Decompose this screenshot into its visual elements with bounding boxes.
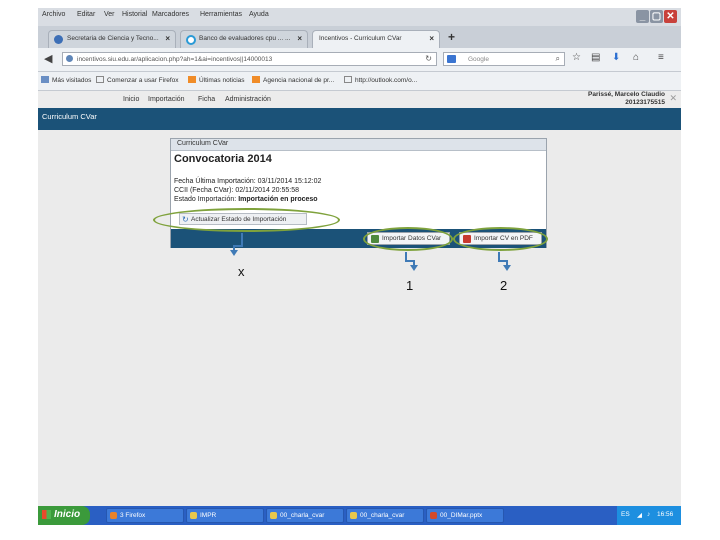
close-icon[interactable]: ×	[297, 34, 302, 43]
highlight-ring-import	[363, 227, 453, 251]
back-arrow-icon[interactable]: ◀	[44, 52, 52, 65]
menu-icon[interactable]: ≡	[658, 52, 664, 63]
start-label: Inicio	[54, 509, 81, 520]
system-tray: ES ◢ ♪ 16:56	[617, 506, 681, 525]
star-icon[interactable]: ☆	[572, 52, 581, 63]
clock: 16:56	[657, 511, 674, 518]
navigation-bar: ◀ incentivos.siu.edu.ar/aplicacion.php?a…	[38, 48, 681, 72]
menu-editar[interactable]: Editar	[77, 11, 95, 18]
user-name: Parissé, Marcelo Claudio	[588, 91, 665, 98]
site-identity-icon	[66, 55, 73, 62]
panel-header-title: Curriculum CVar	[177, 140, 229, 147]
tab-incentivos[interactable]: Incentivos - Curriculum CVar ×	[312, 30, 440, 48]
menu-marcadores[interactable]: Marcadores	[152, 11, 189, 18]
firefox-icon	[110, 512, 117, 519]
download-icon[interactable]: ⬇	[612, 52, 620, 63]
menu-historial[interactable]: Historial	[122, 11, 147, 18]
user-id: 20123175515	[625, 99, 665, 106]
menu-bar: Archivo Editar Ver Historial Marcadores …	[38, 8, 681, 26]
reload-icon[interactable]: ↻	[425, 54, 432, 63]
close-window-button[interactable]: ✕	[664, 10, 677, 23]
folder-icon	[270, 512, 277, 519]
windows-taskbar: Inicio 3 Firefox IMPR 00_charla_cvar 00_…	[38, 506, 681, 525]
status-value: Importación en proceso	[238, 196, 318, 203]
search-placeholder: Google	[468, 56, 489, 63]
import-status: Estado Importación: Importación en proce…	[174, 196, 318, 203]
nav-importacion[interactable]: Importación	[148, 96, 185, 103]
maximize-button[interactable]: ▢	[650, 10, 663, 23]
new-tab-button[interactable]: +	[448, 30, 455, 44]
home-icon[interactable]: ⌂	[633, 52, 639, 63]
folder-icon	[350, 512, 357, 519]
minimize-button[interactable]: _	[636, 10, 649, 23]
task-folder-1[interactable]: 00_charla_cvar	[266, 508, 344, 523]
arrow-2-icon	[498, 252, 511, 271]
search-icon[interactable]: ⌕	[556, 54, 560, 64]
menu-archivo[interactable]: Archivo	[42, 11, 65, 18]
bookmark-mas-visitados[interactable]: Más visitados	[41, 76, 91, 84]
menu-herramientas[interactable]: Herramientas	[200, 11, 242, 18]
cvar-date: CCII (Fecha CVar): 02/11/2014 20:55:58	[174, 187, 300, 194]
section-bar: Curriculum CVar	[38, 108, 681, 130]
convocatoria-title: Convocatoria 2014	[174, 153, 272, 165]
loading-icon	[186, 35, 196, 45]
bookmark-noticias[interactable]: Últimas noticias	[188, 76, 245, 84]
folder-icon	[190, 512, 197, 519]
network-icon[interactable]: ◢	[637, 511, 642, 519]
page-content: Inicio Importación Ficha Administración …	[38, 91, 681, 506]
close-icon[interactable]: ×	[165, 34, 170, 43]
url-text: incentivos.siu.edu.ar/aplicacion.php?ah=…	[77, 56, 273, 63]
last-import-date: Fecha Última Importación: 03/11/2014 15:…	[174, 178, 322, 185]
tab-label: Incentivos - Curriculum CVar	[319, 35, 402, 42]
url-field[interactable]: incentivos.siu.edu.ar/aplicacion.php?ah=…	[62, 52, 437, 66]
arrow-1-icon	[405, 252, 418, 271]
bookmark-icon	[41, 76, 49, 83]
annotation-x: x	[238, 264, 245, 279]
site-header: Inicio Importación Ficha Administración …	[38, 91, 681, 108]
language-indicator[interactable]: ES	[621, 511, 630, 518]
status-label: Estado Importación:	[174, 196, 239, 203]
volume-icon[interactable]: ♪	[647, 511, 650, 518]
panel-header: Curriculum CVar	[171, 139, 546, 151]
nav-administracion[interactable]: Administración	[225, 96, 271, 103]
close-icon[interactable]: ×	[429, 34, 434, 43]
tab-banco[interactable]: Banco de evaluadores cpu ... ... ×	[180, 30, 308, 48]
menu-ayuda[interactable]: Ayuda	[249, 11, 269, 18]
search-field[interactable]: Google ⌕	[443, 52, 565, 66]
annotation-2: 2	[500, 278, 508, 293]
section-title: Curriculum CVar	[42, 112, 97, 121]
task-impr[interactable]: IMPR	[186, 508, 264, 523]
user-info: Parissé, Marcelo Claudio 20123175515	[588, 91, 665, 107]
page-icon	[344, 76, 352, 83]
nav-inicio[interactable]: Inicio	[123, 96, 139, 103]
powerpoint-icon	[430, 512, 437, 519]
bookmark-comenzar[interactable]: Comenzar a usar Firefox	[96, 76, 179, 84]
globe-icon	[54, 35, 63, 44]
bookmarks-bar: Más visitados Comenzar a usar Firefox Úl…	[38, 72, 681, 91]
nav-ficha[interactable]: Ficha	[198, 96, 215, 103]
page-icon	[96, 76, 104, 83]
tab-secretaria[interactable]: Secretaria de Ciencia y Tecno... ×	[48, 30, 176, 48]
tab-label: Secretaria de Ciencia y Tecno...	[67, 35, 159, 42]
reading-list-icon[interactable]: ▤	[591, 52, 600, 63]
task-firefox[interactable]: 3 Firefox	[106, 508, 184, 523]
task-powerpoint[interactable]: 00_DIMar.pptx	[426, 508, 504, 523]
browser-window: Archivo Editar Ver Historial Marcadores …	[38, 8, 681, 525]
start-button[interactable]: Inicio	[38, 506, 90, 525]
highlight-ring-refresh	[153, 208, 340, 232]
rss-icon	[188, 76, 196, 83]
bookmark-agencia[interactable]: Agencia nacional de pr...	[252, 76, 334, 84]
highlight-ring-pdf	[453, 227, 548, 251]
logout-icon[interactable]: ✕	[669, 93, 677, 104]
tab-bar: Secretaria de Ciencia y Tecno... × Banco…	[38, 26, 681, 48]
tab-label: Banco de evaluadores cpu ... ...	[199, 35, 291, 42]
arrow-x-icon	[230, 233, 243, 256]
menu-ver[interactable]: Ver	[104, 11, 115, 18]
bookmark-outlook[interactable]: http://outlook.com/o...	[344, 76, 417, 84]
task-folder-2[interactable]: 00_charla_cvar	[346, 508, 424, 523]
rss-icon	[252, 76, 260, 83]
annotation-1: 1	[406, 278, 414, 293]
google-icon	[447, 55, 456, 63]
windows-logo-icon	[42, 510, 51, 519]
